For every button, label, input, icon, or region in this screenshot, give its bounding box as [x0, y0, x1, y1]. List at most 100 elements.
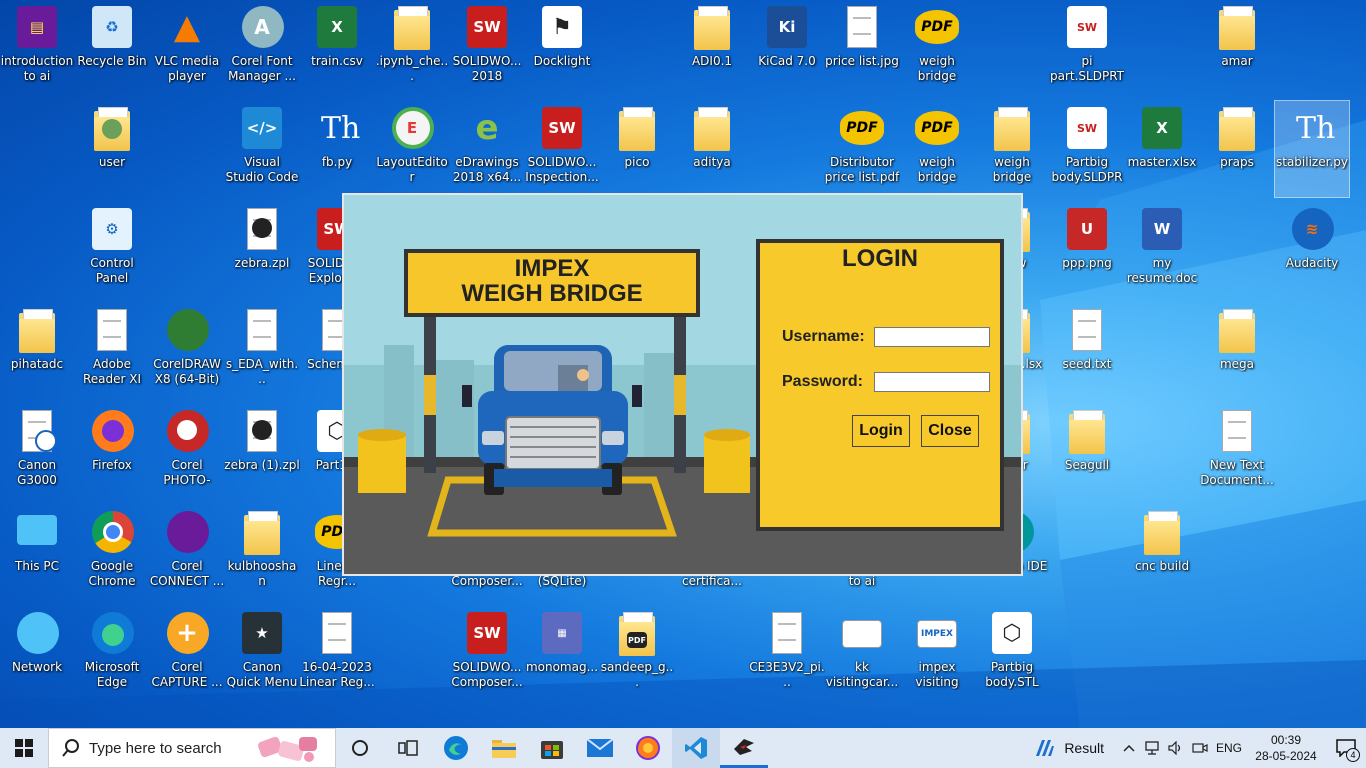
- swcomp-icon: SW: [463, 610, 511, 658]
- desktop-icon[interactable]: praps: [1200, 101, 1274, 197]
- taskbar-edge[interactable]: [432, 728, 480, 768]
- desktop-icon-label: weigh bridge quotation....: [917, 54, 957, 83]
- desktop-icon[interactable]: Firefox: [75, 404, 149, 500]
- desktop-icon[interactable]: Xmaster.xlsx: [1125, 101, 1199, 197]
- desktop-icon[interactable]: kulbhooshan: [225, 505, 299, 601]
- search-box[interactable]: Type here to search: [48, 728, 336, 768]
- desktop-icon[interactable]: ▦ monomag...: [525, 606, 599, 702]
- taskbar-vscode[interactable]: [672, 728, 720, 768]
- desktop-icon-label: Firefox: [92, 458, 132, 472]
- desktop-icon[interactable]: ⚑ Docklight: [525, 0, 599, 96]
- desktop-icon[interactable]: price list.jpg: [825, 0, 899, 96]
- desktop-icon[interactable]: Uppp.png: [1050, 202, 1124, 298]
- desktop-icon[interactable]: s_EDA_with...: [225, 303, 299, 399]
- desktop-icon[interactable]: pihatadc: [0, 303, 74, 399]
- desktop-icon[interactable]: SW SOLIDWO... Inspection...: [525, 101, 599, 197]
- desktop-icon-label: This PC: [15, 559, 59, 573]
- desktop-icon[interactable]: SW SOLIDWO... 2018: [450, 0, 524, 96]
- edge-icon: [444, 736, 468, 760]
- desktop-icon[interactable]: Google Chrome: [75, 505, 149, 601]
- taskbar-mail[interactable]: [576, 728, 624, 768]
- desktop-icon[interactable]: ≋ Audacity: [1275, 202, 1349, 298]
- desktop-icon[interactable]: SW pi part.SLDPRT: [1050, 0, 1124, 96]
- taskbar-firefox[interactable]: [624, 728, 672, 768]
- desktop-icon[interactable]: amar: [1200, 0, 1274, 96]
- language-indicator[interactable]: ENG: [1212, 741, 1246, 755]
- desktop-icon[interactable]: Network: [0, 606, 74, 702]
- network-tray[interactable]: [1140, 728, 1164, 768]
- desktop-icon[interactable]: ♻ Recycle Bin: [75, 0, 149, 96]
- start-button[interactable]: [0, 728, 48, 768]
- desktop-icon[interactable]: This PC: [0, 505, 74, 601]
- desktop-icon[interactable]: kk visitingcar...: [825, 606, 899, 702]
- desktop-icon[interactable]: A Corel Font Manager ...: [225, 0, 299, 96]
- password-field[interactable]: [874, 372, 990, 392]
- desktop-icon[interactable]: Adobe Reader XI: [75, 303, 149, 399]
- desktop-icon[interactable]: E LayoutEditor: [375, 101, 449, 197]
- stl-icon: ⬡: [988, 610, 1036, 658]
- taskbar-store[interactable]: [528, 728, 576, 768]
- desktop[interactable]: ▤introduction to ai assign... ♻ Recycle Bi…: [0, 0, 1366, 728]
- desktop-icon[interactable]: Canon G3000 series On-s...: [0, 404, 74, 500]
- desktop-icon[interactable]: Th stabilizer.py: [1274, 100, 1350, 198]
- desktop-icon[interactable]: e eDrawings 2018 x64...: [450, 101, 524, 197]
- login-button[interactable]: Login: [850, 413, 912, 449]
- desktop-icon[interactable]: ▲ VLC media player: [150, 0, 224, 96]
- close-button[interactable]: Close: [919, 413, 981, 449]
- desktop-icon[interactable]: IMPEXimpex visiting car...: [900, 606, 974, 702]
- pc-icon: [13, 509, 61, 557]
- clock[interactable]: 00:39 28-05-2024: [1246, 732, 1326, 764]
- login-window[interactable]: IMPEX WEIGH BRIDGE LOGIN Username: Passw…: [342, 193, 1023, 576]
- desktop-icon[interactable]: cnc build: [1125, 505, 1199, 601]
- desktop-icon[interactable]: Seagull: [1050, 404, 1124, 500]
- card-icon: [838, 610, 886, 658]
- desktop-icon[interactable]: Wmy resume.docx: [1125, 202, 1199, 298]
- desktop-icon[interactable]: Corel CONNECT ...: [150, 505, 224, 601]
- desktop-icon[interactable]: seed.txt: [1050, 303, 1124, 399]
- desktop-icon[interactable]: Xtrain.csv: [300, 0, 374, 96]
- desktop-icon[interactable]: + Corel CAPTURE ...: [150, 606, 224, 702]
- desktop-icon[interactable]: SWSOLIDWO... Composer...: [450, 606, 524, 702]
- desktop-icon[interactable]: pico: [600, 101, 674, 197]
- weather-widget[interactable]: Result: [1032, 728, 1104, 768]
- taskbar-file-explorer[interactable]: [480, 728, 528, 768]
- desktop-icon[interactable]: ⬡ Partbig body.STL: [975, 606, 1049, 702]
- desktop-icon[interactable]: </> Visual Studio Code: [225, 101, 299, 197]
- desktop-icon[interactable]: Ki KiCad 7.0: [750, 0, 824, 96]
- desktop-icon[interactable]: PDFweigh bridge brocher.pdf: [900, 101, 974, 197]
- desktop-icon[interactable]: zebra (1).zpl: [224, 404, 300, 500]
- desktop-icon[interactable]: user: [75, 101, 149, 197]
- desktop-icon[interactable]: Microsoft Edge: [75, 606, 149, 702]
- desktop-icon[interactable]: 16-04-2023 Linear Reg...: [299, 606, 375, 702]
- desktop-icon[interactable]: ★ Canon Quick Menu: [225, 606, 299, 702]
- username-field[interactable]: [874, 327, 990, 347]
- desktop-icon[interactable]: zebra.zpl: [225, 202, 299, 298]
- desktop-icon[interactable]: PDF Distributor price list.pdf: [825, 101, 899, 197]
- firefox-icon: [636, 736, 660, 760]
- desktop-icon[interactable]: CorelDRAW X8 (64-Bit): [150, 303, 224, 399]
- desktop-icon[interactable]: .ipynb_che...: [375, 0, 449, 96]
- desktop-icon[interactable]: CE3E3V2_pi...: [749, 606, 825, 702]
- desktop-icon[interactable]: mega: [1200, 303, 1274, 399]
- cortana-button[interactable]: [336, 728, 384, 768]
- desktop-icon[interactable]: ⚙ Control Panel: [75, 202, 149, 298]
- desktop-icon[interactable]: New Text Document....: [1200, 404, 1274, 500]
- notification-center[interactable]: 4: [1326, 728, 1366, 768]
- desktop-icon[interactable]: PDF sandeep_g...: [600, 606, 674, 702]
- desktop-icon[interactable]: weigh bridge drawing: [975, 101, 1049, 197]
- desktop-icon[interactable]: Corel PHOTO-PAI...: [150, 404, 224, 500]
- taskbar-docklight[interactable]: [720, 728, 768, 768]
- login-title: LOGIN: [842, 245, 918, 272]
- desktop-icon[interactable]: aditya: [675, 101, 749, 197]
- volume-tray[interactable]: [1164, 728, 1188, 768]
- show-hidden-icons[interactable]: [1118, 728, 1140, 768]
- desktop-icon[interactable]: ADI0.1: [675, 0, 749, 96]
- desktop-icon[interactable]: PDFweigh bridge quotation....: [900, 0, 974, 96]
- meet-now-tray[interactable]: [1188, 728, 1212, 768]
- task-view-button[interactable]: [384, 728, 432, 768]
- desktop-icon[interactable]: ▤introduction to ai assign...: [0, 0, 74, 96]
- desktop-icon[interactable]: SWPartbig body.SLDPRT: [1050, 101, 1124, 197]
- kicad-icon: Ki: [763, 4, 811, 52]
- folder-icon: [492, 740, 516, 758]
- desktop-icon[interactable]: Th fb.py: [300, 101, 374, 197]
